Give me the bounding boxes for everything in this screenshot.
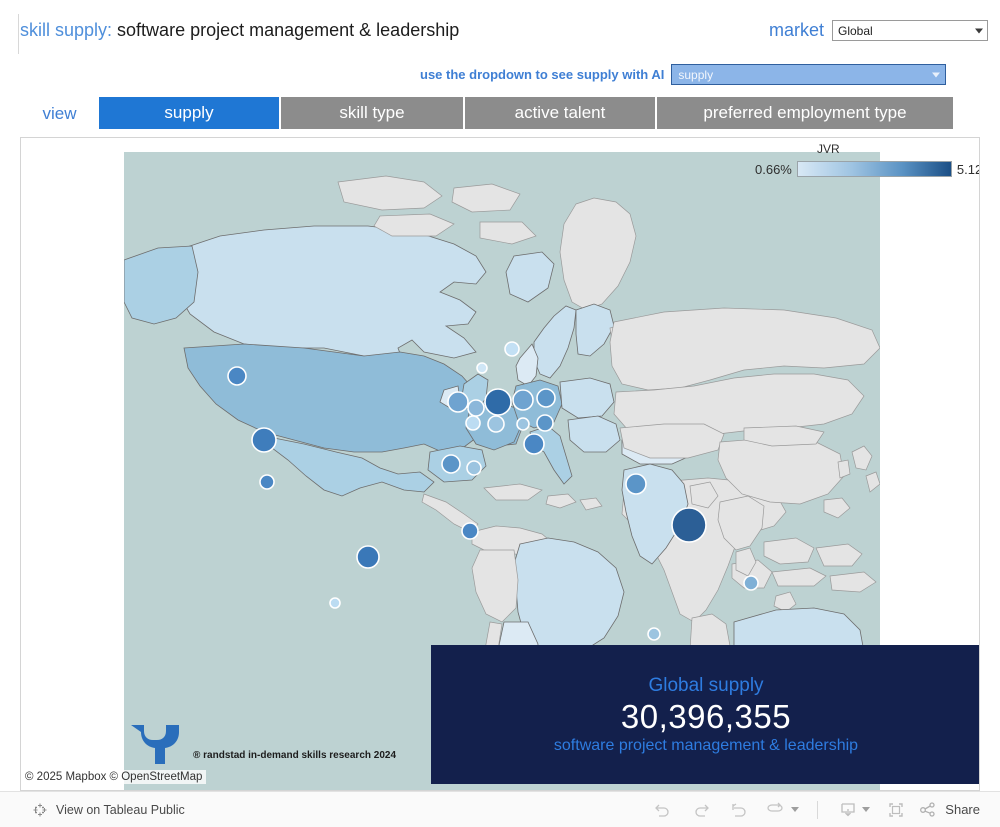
undo-button[interactable] [645,795,681,825]
chevron-down-icon [932,72,941,77]
market-label: market [768,20,824,40]
dashboard-header: skill supply: software project managemen… [0,0,1000,96]
tableau-dashboard: skill supply: software project managemen… [0,0,1000,827]
map-attribution: © 2025 Mapbox © OpenStreetMap [21,770,207,784]
map-viz-panel: .nd { fill:#e4e4e4; stroke:#9a9a9a; stro… [20,137,980,791]
skill-supply-value: software project management & leadership [117,20,460,40]
refresh-icon [767,802,783,812]
ai-supply-dropdown-value: supply [678,67,714,82]
redo-icon [695,804,710,817]
tableau-toolbar: View on Tableau Public Share [0,791,1000,827]
ai-supply-filter: use the dropdown to see supply with AI s… [420,64,947,85]
legend-gradient-bar [796,161,952,177]
global-supply-card: Global supply 30,396,355 software projec… [431,645,979,784]
jvr-legend: JVR 0.66% 5.12% [697,142,979,182]
share-icon [920,801,935,817]
randstad-attribution: ® randstad in-demand skills research 202… [193,750,397,761]
page-title: skill supply: software project managemen… [20,20,459,41]
ai-prompt-label: use the dropdown to see supply with AI [420,67,665,82]
randstad-brand: ® randstad in-demand skills research 202… [129,723,396,765]
download-icon [841,802,855,816]
tab-preferred-employment-type[interactable]: preferred employment type [657,97,953,129]
randstad-logo-icon [131,725,179,764]
legend-title: JVR [817,142,840,156]
tab-supply[interactable]: supply [99,97,279,129]
refresh-dropdown-caret-icon[interactable] [791,807,800,812]
revert-button[interactable] [721,795,757,825]
view-on-tableau-public-link[interactable]: View on Tableau Public [32,802,185,818]
legend-max-value: 5.12% [956,161,979,177]
legend-scale: 0.66% 5.12% [755,161,979,177]
skill-supply-label: skill supply: [20,20,113,40]
global-supply-value: 30,396,355 [620,697,792,735]
toolbar-actions: Share [645,795,1000,825]
redo-button[interactable] [683,795,719,825]
fullscreen-icon [889,802,903,817]
ai-supply-dropdown[interactable]: supply [671,64,947,85]
share-label: Share [945,802,980,817]
view-on-tableau-public-label: View on Tableau Public [56,802,185,817]
share-button[interactable]: Share [916,800,986,820]
download-button[interactable] [830,795,866,825]
tab-skill-type[interactable]: skill type [281,97,463,129]
market-filter: market Global [769,20,988,41]
chevron-down-icon [975,28,983,33]
legend-min-value: 0.66% [755,161,792,177]
market-dropdown-value: Global [838,23,873,38]
header-left-rule [18,14,19,54]
view-tabbar: view supply skill type active talent pre… [20,97,980,131]
download-dropdown-caret-icon[interactable] [862,807,871,812]
fullscreen-button[interactable] [878,795,914,825]
revert-icon [732,802,746,817]
undo-icon [655,804,669,817]
global-supply-subtitle: software project management & leadership [553,736,859,754]
global-supply-heading: Global supply [648,674,764,696]
tab-active-talent[interactable]: active talent [465,97,655,129]
view-label: view [20,97,99,131]
tableau-logo-icon [33,803,47,816]
toolbar-divider [817,800,819,819]
market-dropdown[interactable]: Global [832,20,988,41]
refresh-button[interactable] [759,795,795,825]
